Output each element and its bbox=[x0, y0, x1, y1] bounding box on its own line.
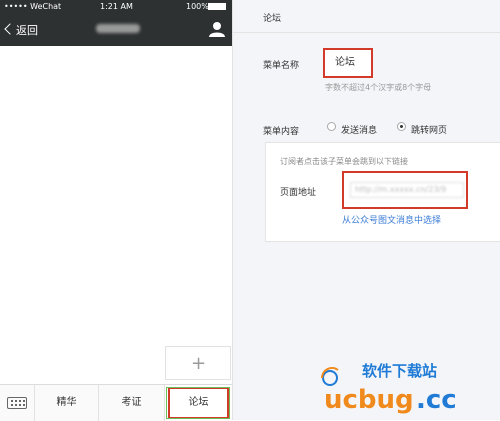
battery-icon bbox=[208, 3, 226, 10]
keyboard-icon bbox=[7, 397, 27, 409]
menu-item-jinghua[interactable]: 精华 bbox=[34, 385, 98, 421]
custom-menu-bar: 精华 考证 论坛 bbox=[0, 384, 232, 421]
blurred-title-mask bbox=[96, 24, 140, 33]
clock-label: 1:21 AM bbox=[100, 2, 133, 11]
radio-send-message[interactable] bbox=[327, 122, 336, 131]
chevron-left-icon bbox=[4, 23, 16, 35]
phone-preview: ••••• WeChat 1:21 AM 100% 返回 + 精华 考证 论坛 bbox=[0, 0, 233, 421]
nav-bar: 返回 bbox=[0, 14, 232, 46]
radio-send-message-label[interactable]: 发送消息 bbox=[341, 123, 377, 136]
keyboard-toggle[interactable] bbox=[0, 385, 34, 421]
page-url-highlight: http://m.xxxxx.cn/23/9 bbox=[342, 171, 468, 209]
chat-area bbox=[0, 46, 232, 384]
status-bar: ••••• WeChat 1:21 AM 100% bbox=[0, 0, 232, 14]
back-button[interactable]: 返回 bbox=[4, 22, 38, 38]
plus-icon: + bbox=[191, 353, 207, 374]
ucbug-watermark-logo: 软件下载站 ucbug .cc bbox=[321, 362, 457, 415]
page-url-input[interactable]: http://m.xxxxx.cn/23/9 bbox=[350, 182, 464, 198]
battery-label: 100% bbox=[186, 2, 209, 11]
menu-name-label: 菜单名称 bbox=[263, 61, 300, 71]
select-from-articles-link[interactable]: 从公众号图文消息中选择 bbox=[342, 213, 441, 226]
panel-title: 论坛 bbox=[263, 14, 282, 24]
link-settings-card: 订阅者点击该子菜单会跳到以下链接 页面地址 http://m.xxxxx.cn/… bbox=[265, 142, 500, 242]
carrier-label: ••••• WeChat bbox=[4, 2, 62, 11]
back-label: 返回 bbox=[16, 24, 38, 37]
divider bbox=[233, 32, 500, 33]
svg-text:ucbug: ucbug bbox=[324, 385, 414, 415]
menu-name-input[interactable]: 论坛 bbox=[323, 48, 373, 78]
radio-jump-webpage[interactable] bbox=[397, 122, 406, 131]
menu-item-highlight: 论坛 bbox=[168, 387, 229, 419]
chat-title bbox=[96, 24, 140, 34]
menu-item-luntan[interactable]: 论坛 bbox=[164, 385, 232, 421]
page-url-label: 页面地址 bbox=[280, 188, 317, 198]
link-description: 订阅者点击该子菜单会跳到以下链接 bbox=[280, 157, 408, 166]
radio-jump-webpage-label[interactable]: 跳转网页 bbox=[411, 123, 447, 136]
menu-name-hint: 字数不超过4个汉字或8个字母 bbox=[325, 83, 432, 92]
add-submenu-button[interactable]: + bbox=[165, 346, 231, 380]
person-icon[interactable] bbox=[208, 20, 226, 38]
menu-item-kaozheng[interactable]: 考证 bbox=[98, 385, 164, 421]
menu-item-luntan-label: 论坛 bbox=[188, 397, 209, 408]
menu-content-label: 菜单内容 bbox=[263, 127, 300, 137]
svg-text:软件下载站: 软件下载站 bbox=[362, 362, 437, 380]
svg-text:.cc: .cc bbox=[416, 385, 457, 415]
